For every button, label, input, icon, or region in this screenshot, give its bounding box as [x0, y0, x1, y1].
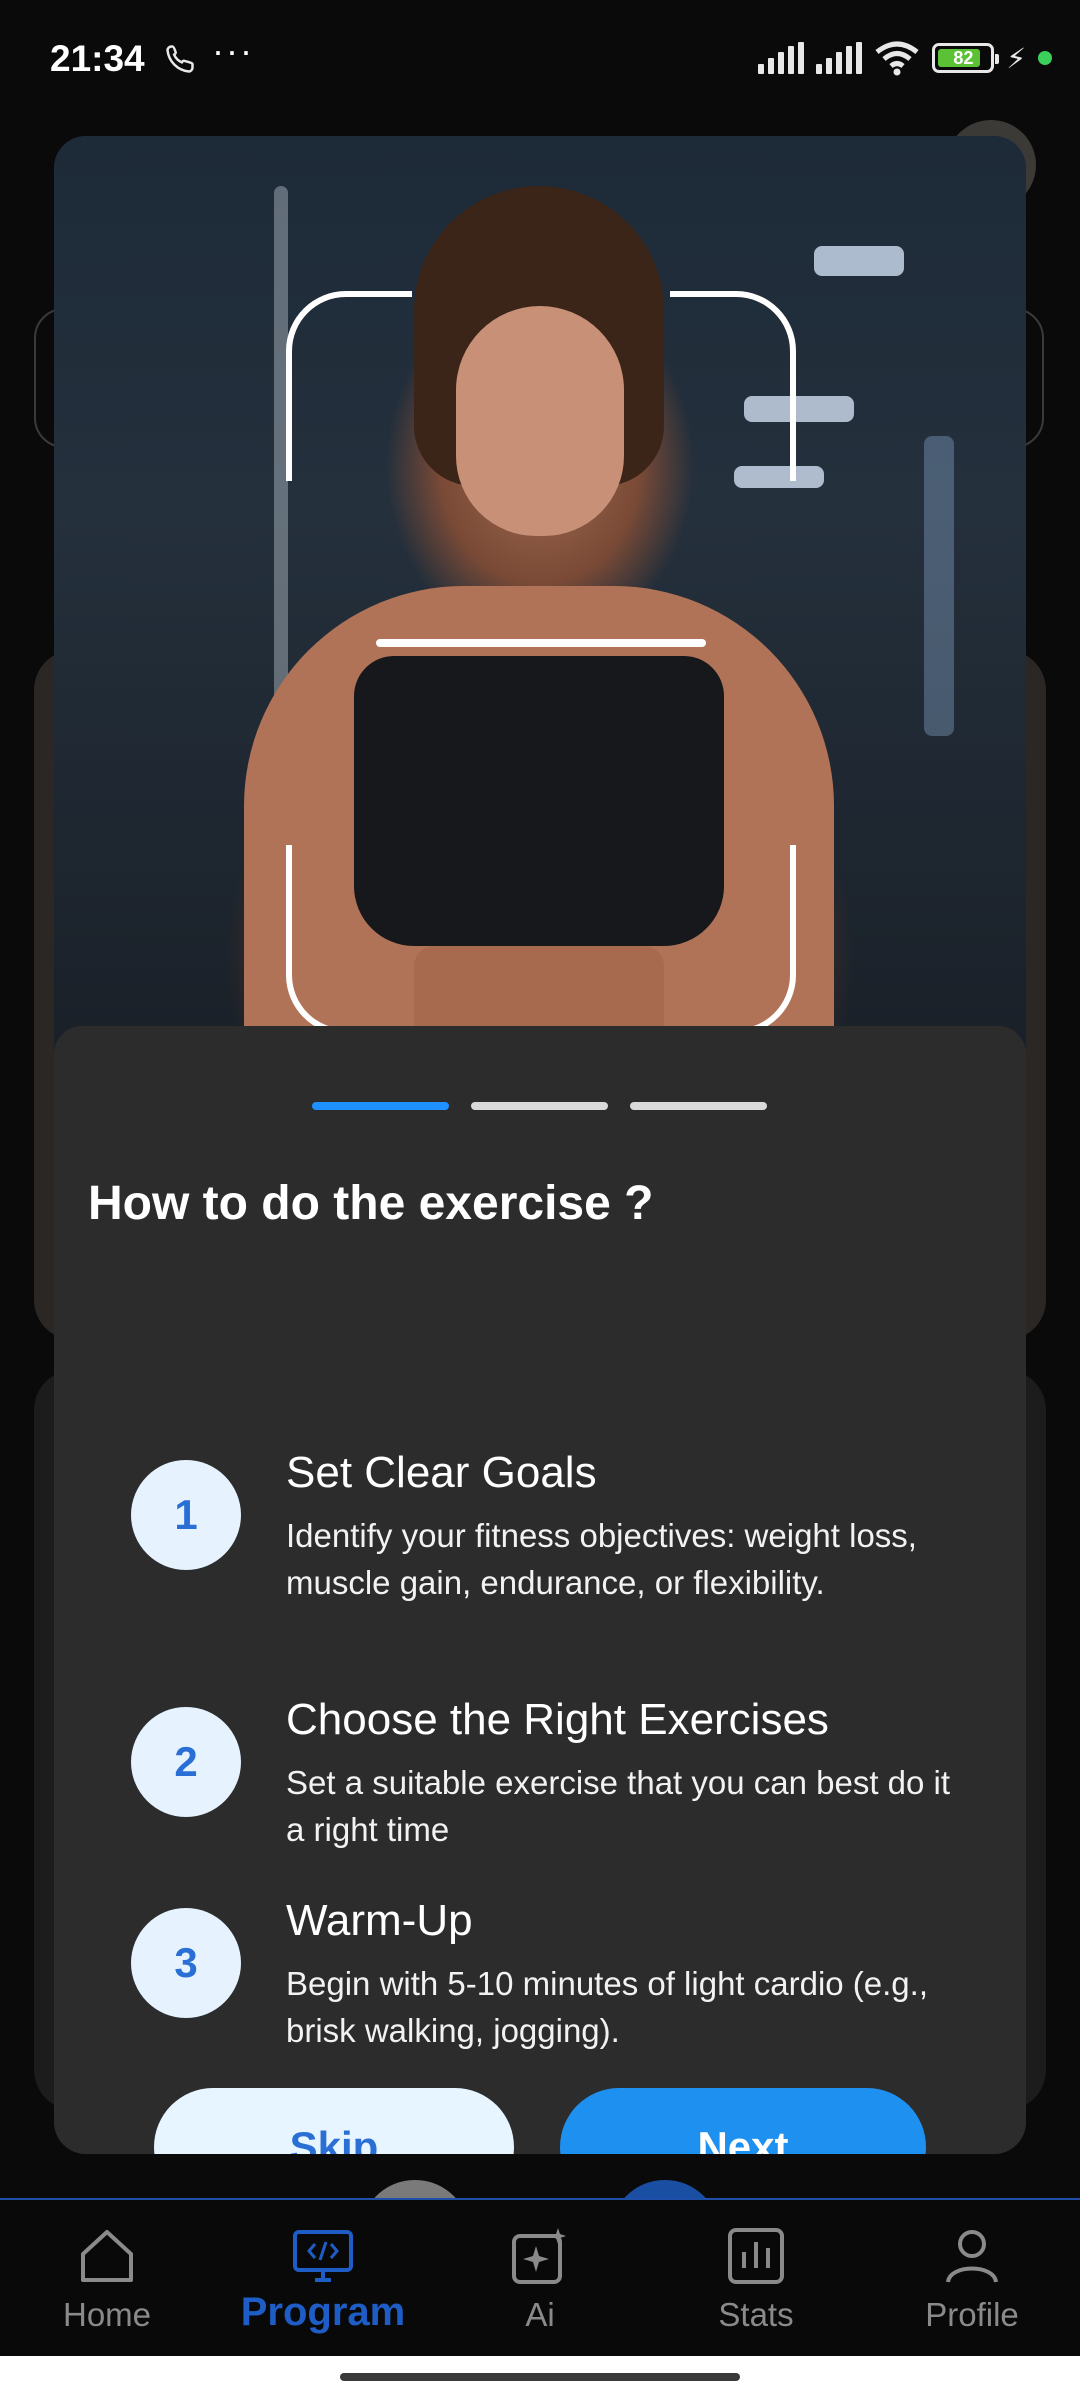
nav-label: Home	[62, 2296, 152, 2333]
page-dot-active	[312, 1102, 449, 1110]
nav-label: Profile	[925, 2296, 1019, 2333]
home-icon	[81, 2230, 133, 2282]
home-indicator[interactable]	[340, 2373, 740, 2381]
skip-button[interactable]: Skip	[154, 2088, 514, 2154]
step-title: Set Clear Goals	[286, 1448, 597, 1497]
nav-label: Ai	[525, 2296, 555, 2333]
signal-icon	[758, 42, 805, 74]
more-dots: ···	[212, 30, 254, 71]
step-description: Identify your fitness objectives: weight…	[286, 1517, 917, 1601]
charging-icon: ⚡	[1006, 42, 1026, 74]
status-time: 21:34	[50, 38, 145, 79]
step-description: Set a suitable exercise that you can bes…	[286, 1764, 951, 1848]
next-button[interactable]: Next	[560, 2088, 926, 2154]
nav-label: Program	[240, 2290, 406, 2334]
step-description: Begin with 5-10 minutes of light cardio …	[286, 1965, 929, 2049]
profile-icon	[946, 2230, 998, 2283]
nav-item-profile[interactable]: Profile	[887, 2224, 1057, 2334]
step-number-badge: 1	[131, 1460, 241, 1570]
step-title: Choose the Right Exercises	[286, 1695, 829, 1744]
nav-label: Stats	[718, 2296, 794, 2333]
step-title: Warm-Up	[286, 1896, 473, 1945]
privacy-dot	[1038, 51, 1052, 65]
nav-item-stats[interactable]: Stats	[671, 2224, 841, 2334]
signal-icon	[816, 42, 863, 74]
battery-icon: 82	[932, 43, 1000, 73]
exercise-guide-modal: How to do the exercise ? 1 Set Clear Goa…	[54, 136, 1026, 2154]
call-icon	[166, 45, 194, 73]
step-number-badge: 2	[131, 1707, 241, 1817]
nav-item-ai[interactable]: Ai	[455, 2224, 625, 2334]
nav-item-program[interactable]: Program	[238, 2224, 408, 2335]
page-dot	[471, 1102, 608, 1110]
step-number-badge: 3	[131, 1908, 241, 2018]
ai-icon	[512, 2228, 566, 2284]
wifi-icon	[875, 41, 919, 76]
body-scan-frame	[286, 291, 796, 1035]
exercise-hero-image	[54, 136, 1026, 1106]
status-icons: 82 ⚡	[758, 40, 1052, 76]
instructions-panel: How to do the exercise ? 1 Set Clear Goa…	[54, 1026, 1026, 2154]
modal-title: How to do the exercise ?	[88, 1177, 654, 1230]
program-icon	[293, 2230, 353, 2282]
status-bar: 21:34 ··· 82 ⚡	[0, 0, 1080, 120]
page-dot	[630, 1102, 767, 1110]
stats-icon	[728, 2228, 784, 2284]
scan-line	[376, 639, 706, 647]
nav-item-home[interactable]: Home	[22, 2224, 192, 2334]
page-indicator	[312, 1102, 767, 1110]
bottom-navigation: Home Program Ai Stats Profile	[0, 2198, 1080, 2358]
